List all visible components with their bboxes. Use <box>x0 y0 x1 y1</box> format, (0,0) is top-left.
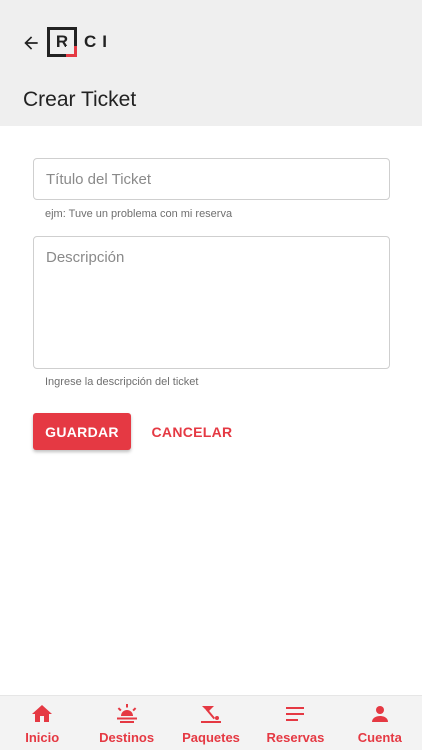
nav-label-inicio: Inicio <box>25 730 60 745</box>
nav-label-reservas: Reservas <box>266 730 325 745</box>
arrow-left-icon <box>24 36 38 50</box>
rci-logo: R CI <box>47 26 117 58</box>
cancel-button[interactable]: CANCELAR <box>150 413 234 450</box>
list-icon <box>286 707 305 721</box>
save-button[interactable]: GUARDAR <box>33 413 131 450</box>
logo-text: CI <box>84 32 113 51</box>
sunset-icon <box>116 704 137 723</box>
page-title: Crear Ticket <box>23 88 137 111</box>
nav-label-cuenta: Cuenta <box>357 730 402 745</box>
person-icon <box>371 706 388 722</box>
ticket-description-placeholder: Descripción <box>46 249 125 266</box>
nav-item-cuenta[interactable]: Cuenta <box>338 696 422 750</box>
app-header: R CI Crear Ticket <box>0 0 422 126</box>
nav-label-destinos: Destinos <box>99 730 155 745</box>
ticket-title-input[interactable]: Título del Ticket <box>33 158 390 200</box>
ticket-title-placeholder: Título del Ticket <box>46 171 152 188</box>
logo-box: R <box>47 27 77 57</box>
back-button[interactable] <box>16 28 46 58</box>
ticket-description-hint: Ingrese la descripción del ticket <box>45 376 199 388</box>
nav-item-destinos[interactable]: Destinos <box>84 696 168 750</box>
nav-label-paquetes: Paquetes <box>182 730 240 745</box>
nav-item-paquetes[interactable]: Paquetes <box>169 696 253 750</box>
bottom-navigation: Inicio Destinos Paquetes Reservas Cuenta <box>0 695 422 750</box>
beach-umbrella-icon <box>201 706 222 723</box>
nav-item-reservas[interactable]: Reservas <box>253 696 337 750</box>
ticket-title-hint: ejm: Tuve un problema con mi reserva <box>45 208 233 220</box>
nav-item-inicio[interactable]: Inicio <box>0 696 84 750</box>
home-icon <box>32 705 53 722</box>
logo-corner-accent <box>66 46 77 57</box>
ticket-description-textarea[interactable]: Descripción <box>33 236 390 369</box>
